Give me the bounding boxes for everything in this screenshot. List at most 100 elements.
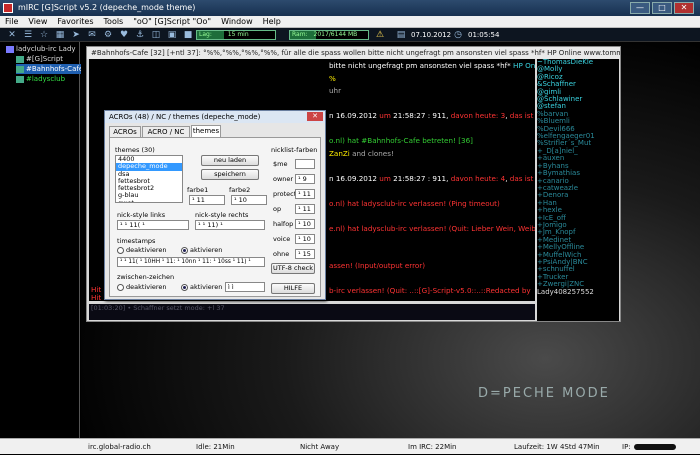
- close-button[interactable]: ✕: [674, 2, 694, 14]
- minimize-button[interactable]: —: [630, 2, 650, 14]
- status-ip: IP:: [622, 443, 631, 451]
- nickstyle-left-field[interactable]: ¹ ¹ 11( ¹: [117, 220, 189, 230]
- treebar: ladyclub-irc Lady #[G]Script #Bahnhofs-Caf…: [0, 42, 84, 438]
- chat-line: n 16.09.2012 um 21:58:27 : 911, davon he…: [329, 111, 535, 121]
- zwischen-label: zwischen-zeichen: [117, 273, 175, 281]
- tree-item[interactable]: #[G]Script: [16, 54, 63, 64]
- mirc-app-icon: [3, 3, 13, 13]
- zwischen-on-label: aktivieren: [190, 283, 223, 291]
- zwischen-field[interactable]: ì ì: [225, 282, 265, 292]
- menu-item[interactable]: Favorites: [52, 16, 98, 28]
- nick-entry[interactable]: Lady408257552: [537, 288, 619, 296]
- clock-time: 01:05:54: [468, 31, 500, 39]
- zwischen-on-radio[interactable]: [181, 284, 188, 291]
- notify-icon[interactable]: ♥: [118, 29, 130, 41]
- chat-line: ZanZi and clones!: [329, 149, 394, 159]
- tree-item-label: #Bahnhofs-Cafe: [26, 65, 84, 73]
- timestamps-off-radio[interactable]: [117, 247, 124, 254]
- menu-item[interactable]: "oO" [G]Script "Oo": [128, 16, 216, 28]
- nicklist-color-field[interactable]: ¹ 10: [295, 234, 315, 244]
- ram-meter: Ram: 2017/6144 MB: [289, 30, 369, 40]
- farbe2-label: farbe2: [229, 186, 251, 194]
- window-title: mIRC [G]Script v5.2 (depeche_mode theme): [18, 3, 196, 12]
- tab-themes[interactable]: themes: [191, 125, 221, 137]
- nicklist-color-label: owner: [273, 175, 294, 183]
- dcc-send-icon[interactable]: ➤: [70, 29, 82, 41]
- chat-segment: 21:58:27: [390, 111, 428, 120]
- themes-listbox[interactable]: 4400 depeche_mode dsa fettesbrot fettesbrot2…: [115, 155, 183, 203]
- dialog-title: ACROs (48) / NC / themes (depeche_mode): [105, 111, 325, 123]
- nicklist-color-field[interactable]: [295, 159, 315, 169]
- farbe1-field[interactable]: ¹ 11: [189, 195, 225, 205]
- chat-segment: HP Online: [513, 61, 535, 70]
- timestamps-on-radio[interactable]: [181, 247, 188, 254]
- maximize-button[interactable]: □: [652, 2, 672, 14]
- urls-icon[interactable]: ⚓: [134, 29, 146, 41]
- chat-segment: assen! (Input/output error): [329, 261, 426, 270]
- timestamp-format-field[interactable]: ¹ ¹ 11( ¹ 10HH ¹ 11: ¹ 10nn ¹ 11: ¹ 10ss…: [117, 257, 265, 267]
- tile-icon[interactable]: ◫: [150, 29, 162, 41]
- themes-label: themes (30): [115, 146, 155, 154]
- theme-item[interactable]: gwot: [116, 199, 182, 202]
- favorites-icon[interactable]: ☆: [38, 29, 50, 41]
- farbe1-label: farbe1: [187, 186, 209, 194]
- tab-acro-nc[interactable]: ACRO / NC: [142, 126, 190, 137]
- tree-node-icon: [16, 75, 24, 83]
- chat-line: e.nl) hat ladysclub-irc verlassen! (Quit…: [329, 224, 535, 234]
- zwischen-off-label: deaktivieren: [126, 283, 167, 291]
- tree-node-icon: [6, 45, 14, 53]
- nicklist-color-field[interactable]: ¹ 11: [295, 189, 315, 199]
- ram-value: 2017/6144 MB: [313, 31, 358, 38]
- dcc-chat-icon[interactable]: ✉: [86, 29, 98, 41]
- nickstyle-right-label: nick-style rechts: [195, 211, 249, 219]
- chat-segment: um: [379, 173, 391, 183]
- nick-list[interactable]: ~ThomasDieKle @Molly @Ricoz &Schaffner @giml…: [537, 59, 619, 321]
- menu-item[interactable]: Window: [216, 16, 258, 28]
- tree-item[interactable]: ladyclub-irc Lady: [6, 44, 76, 54]
- menu-item[interactable]: Tools: [99, 16, 129, 28]
- lag-meter: Lag: 15 min: [196, 30, 276, 40]
- nickstyle-right-field[interactable]: ¹ ¹ 11) ¹: [195, 220, 265, 230]
- chat-segment: um: [379, 111, 391, 120]
- menu-bar: File View Favorites Tools "oO" [G]Script "Oo…: [0, 16, 700, 28]
- lock-icon[interactable]: ■: [182, 29, 194, 41]
- scripts-icon[interactable]: ⚙: [102, 29, 114, 41]
- tab-acros[interactable]: ACROs: [109, 126, 141, 137]
- menu-item[interactable]: Help: [258, 16, 286, 28]
- menu-item[interactable]: View: [23, 16, 52, 28]
- save-theme-button[interactable]: speichern: [201, 169, 259, 180]
- chat-segment: (Quit: ..::[G]-Script-v5.0::..::Redacted…: [386, 286, 531, 295]
- nicklist-color-field[interactable]: ¹ 10: [295, 219, 315, 229]
- farbe2-field[interactable]: ¹ 10: [231, 195, 267, 205]
- help-button[interactable]: HILFE: [271, 283, 315, 294]
- chat-segment: %: [329, 73, 336, 83]
- tree-item[interactable]: #ladysclub: [16, 74, 65, 84]
- nicklist-color-field[interactable]: ¹ 11: [295, 204, 315, 214]
- chat-segment: ZanZi: [329, 148, 350, 158]
- tree-item-label: #ladysclub: [26, 75, 66, 83]
- timestamps-label: timestamps: [117, 237, 156, 245]
- zwischen-off-radio[interactable]: [117, 284, 124, 291]
- reload-button[interactable]: neu laden: [201, 155, 259, 166]
- nicklist-color-field[interactable]: ¹ 9: [295, 174, 315, 184]
- toolbar: ✕ ☰ ☆ ▦ ➤ ✉ ⚙ ♥ ⚓ ◫ ▣ ■ ✎ ◷ ◉ ? Lag: 15 …: [0, 28, 700, 42]
- utf8-check-button[interactable]: UTF-8 check: [271, 263, 315, 274]
- tree-item[interactable]: #Bahnhofs-Cafe: [16, 64, 84, 74]
- nicklist-color-field[interactable]: ¹ 15: [295, 249, 315, 259]
- chat-segment: o.nl): [329, 136, 348, 145]
- connect-icon[interactable]: ✕: [6, 29, 18, 41]
- chat-segment: das ist der: [509, 111, 535, 120]
- nicklist-color-label: halfop: [273, 220, 294, 228]
- chat-segment: davon heute: 4: [450, 173, 506, 183]
- options-icon[interactable]: ☰: [22, 29, 34, 41]
- dialog-close-button[interactable]: ✕: [307, 112, 323, 121]
- menu-item[interactable]: File: [0, 16, 23, 28]
- chat-line: uhr: [329, 86, 341, 96]
- channel-input[interactable]: [01:03:20] • Schaffner setzt mode: +l 37: [89, 304, 535, 320]
- channel-list-icon[interactable]: ▦: [54, 29, 66, 41]
- chat-segment: bitte nicht ungefragt pm ansonsten viel …: [329, 61, 514, 70]
- nicklist-color-label: voice: [273, 235, 291, 243]
- calendar-icon: ▤: [396, 30, 406, 40]
- cascade-icon[interactable]: ▣: [166, 29, 178, 41]
- status-away: Nicht Away: [300, 443, 340, 451]
